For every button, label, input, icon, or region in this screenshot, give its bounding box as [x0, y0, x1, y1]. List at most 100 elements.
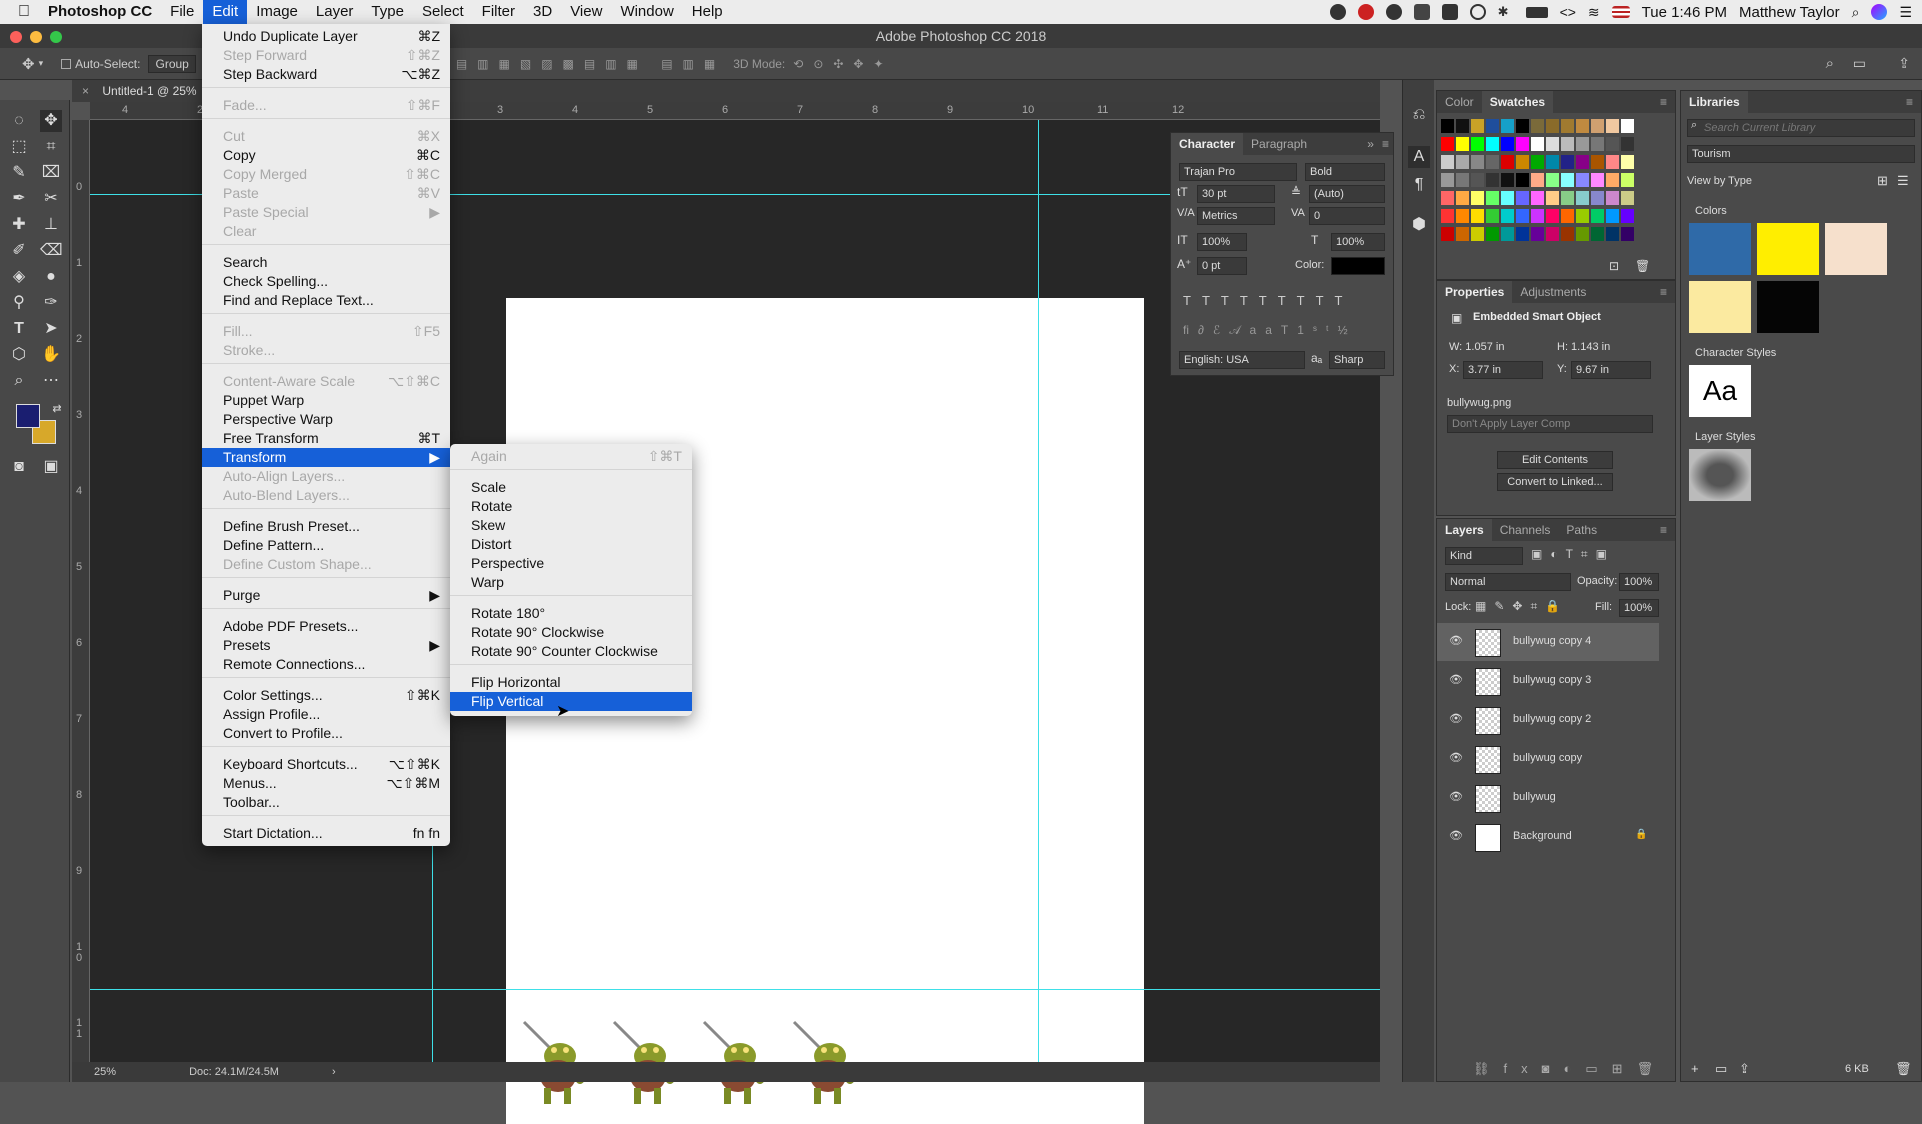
blur-tool-icon[interactable]: ● — [40, 266, 62, 288]
color-swatch[interactable] — [1606, 227, 1619, 241]
apple-icon[interactable]:  — [0, 0, 39, 24]
menu-item[interactable]: Find and Replace Text... — [202, 291, 450, 310]
color-swatch[interactable] — [1516, 209, 1529, 223]
color-swatch[interactable] — [1441, 191, 1454, 205]
color-swatch[interactable] — [1531, 191, 1544, 205]
menu-item[interactable]: Rotate 180° — [450, 604, 692, 623]
color-swatch[interactable] — [1591, 173, 1604, 187]
y-field[interactable]: 9.67 in — [1571, 361, 1651, 379]
color-swatch[interactable] — [1591, 209, 1604, 223]
color-swatch[interactable] — [1456, 119, 1469, 133]
layer-name[interactable]: bullywug copy — [1513, 752, 1582, 764]
menu-item[interactable]: Step Backward ⌥⌘Z — [202, 65, 450, 84]
menu-item[interactable]: Color Settings... ⇧⌘K — [202, 686, 450, 705]
menu-item[interactable]: Start Dictation... fn fn — [202, 824, 450, 843]
zoom-tool-icon[interactable]: ⌕ — [8, 370, 30, 392]
menu-item[interactable]: Skew — [450, 516, 692, 535]
color-swatch[interactable] — [1576, 227, 1589, 241]
shape-tool-icon[interactable]: ⬡ — [8, 344, 30, 366]
color-swatch[interactable] — [1516, 173, 1529, 187]
color-swatch[interactable] — [1576, 173, 1589, 187]
color-swatch[interactable] — [1606, 173, 1619, 187]
menu-item[interactable]: Perspective Warp — [202, 410, 450, 429]
color-swatch[interactable] — [1516, 155, 1529, 169]
record-icon[interactable] — [1329, 4, 1346, 20]
code-icon[interactable]: <> — [1560, 4, 1576, 20]
color-swatch[interactable] — [1546, 209, 1559, 223]
panel-menu-icon[interactable]: ≡ — [1652, 281, 1675, 303]
workspace-icon[interactable]: ▭ — [1853, 55, 1866, 72]
move-tool-icon[interactable]: ✥ — [40, 110, 62, 132]
color-swatch[interactable] — [1456, 155, 1469, 169]
menu-item[interactable]: Search — [202, 253, 450, 272]
color-swatch[interactable] — [1546, 173, 1559, 187]
color-swatch[interactable] — [1621, 191, 1634, 205]
library-upload-icon[interactable]: ⇪ — [1739, 1061, 1750, 1077]
creative-cloud-icon[interactable] — [1385, 4, 1402, 20]
minimize-window-button[interactable] — [30, 31, 42, 43]
layer-row[interactable]: 👁 bullywug copy 4 — [1437, 623, 1659, 661]
color-swatch[interactable] — [1606, 191, 1619, 205]
battery-icon[interactable] — [1525, 6, 1548, 18]
color-swatch[interactable] — [1621, 137, 1634, 151]
color-swatch[interactable] — [1531, 209, 1544, 223]
library-folder-icon[interactable]: ▭ — [1715, 1061, 1727, 1077]
menu-item[interactable]: Flip Horizontal — [450, 673, 692, 692]
siri-icon[interactable] — [1871, 4, 1888, 20]
quick-mask-icon[interactable]: ◙ — [8, 456, 30, 478]
auto-select-dropdown[interactable]: Group — [148, 54, 196, 73]
path-select-icon[interactable]: ➤ — [40, 318, 62, 340]
layer-row[interactable]: 👁 bullywug copy 3 — [1437, 662, 1659, 700]
color-swatch[interactable] — [1471, 155, 1484, 169]
tab-properties[interactable]: Properties — [1437, 281, 1513, 303]
color-swatch[interactable] — [1501, 191, 1514, 205]
layer-style-thumb[interactable] — [1689, 449, 1751, 501]
menu-item[interactable]: Define Brush Preset... — [202, 517, 450, 536]
eraser-tool-icon[interactable]: ⌫ — [40, 240, 63, 262]
visibility-eye-icon[interactable]: 👁 — [1449, 829, 1463, 842]
color-swatch[interactable] — [1576, 137, 1589, 151]
menu-item[interactable]: Flip Vertical — [450, 692, 692, 711]
library-color-swatch[interactable] — [1825, 223, 1887, 275]
color-swatch[interactable] — [1561, 209, 1574, 223]
close-document-icon[interactable]: × — [82, 84, 89, 98]
menu-item[interactable]: Presets ▶ — [202, 636, 450, 655]
height-value[interactable]: H: 1.143 in — [1557, 341, 1610, 353]
quick-select-icon[interactable]: ✎ — [8, 162, 30, 184]
tab-channels[interactable]: Channels — [1492, 519, 1559, 541]
layer-styles-title[interactable]: Layer Styles — [1695, 431, 1756, 443]
screen-mode-icon[interactable]: ▣ — [40, 456, 62, 478]
visibility-eye-icon[interactable]: 👁 — [1449, 751, 1463, 764]
guide-line[interactable] — [1038, 120, 1039, 1070]
menu-item[interactable]: Menus... ⌥⇧⌘M — [202, 774, 450, 793]
color-swatch[interactable] — [1486, 155, 1499, 169]
color-swatch[interactable] — [1531, 137, 1544, 151]
faux-style-buttons[interactable]: TTTTTTTTT — [1183, 293, 1353, 308]
vertical-scale-field[interactable]: 100% — [1197, 233, 1247, 251]
spotlight-icon[interactable]: ⌕ — [1852, 4, 1860, 21]
menu-layer[interactable]: Layer — [307, 0, 363, 24]
close-window-button[interactable] — [10, 31, 22, 43]
menu-item[interactable]: Purge ▶ — [202, 586, 450, 605]
colors-section-title[interactable]: Colors — [1695, 205, 1727, 217]
menu-select[interactable]: Select — [413, 0, 473, 24]
layer-name[interactable]: bullywug copy 2 — [1513, 713, 1591, 725]
color-swatch[interactable] — [1546, 155, 1559, 169]
color-swatch[interactable] — [1471, 209, 1484, 223]
3d-panel-icon[interactable]: ⬢ — [1408, 214, 1430, 236]
visibility-eye-icon[interactable]: 👁 — [1449, 673, 1463, 686]
status-arrow-icon[interactable]: › — [332, 1066, 336, 1078]
color-swatch[interactable] — [1576, 119, 1589, 133]
color-swatch[interactable] — [1516, 191, 1529, 205]
notification-center-icon[interactable]: ☰ — [1899, 4, 1912, 21]
color-swatch[interactable] — [1561, 137, 1574, 151]
color-swatch[interactable] — [1606, 155, 1619, 169]
color-swatch[interactable] — [1576, 209, 1589, 223]
convert-to-linked-button[interactable]: Convert to Linked... — [1497, 473, 1613, 491]
language-dropdown[interactable]: English: USA — [1179, 351, 1305, 369]
menu-item[interactable]: Define Pattern... — [202, 536, 450, 555]
stamp-tool-icon[interactable]: ⊥ — [40, 214, 62, 236]
color-swatch[interactable] — [1441, 227, 1454, 241]
menu-item[interactable]: Distort — [450, 535, 692, 554]
menu-help[interactable]: Help — [683, 0, 732, 24]
